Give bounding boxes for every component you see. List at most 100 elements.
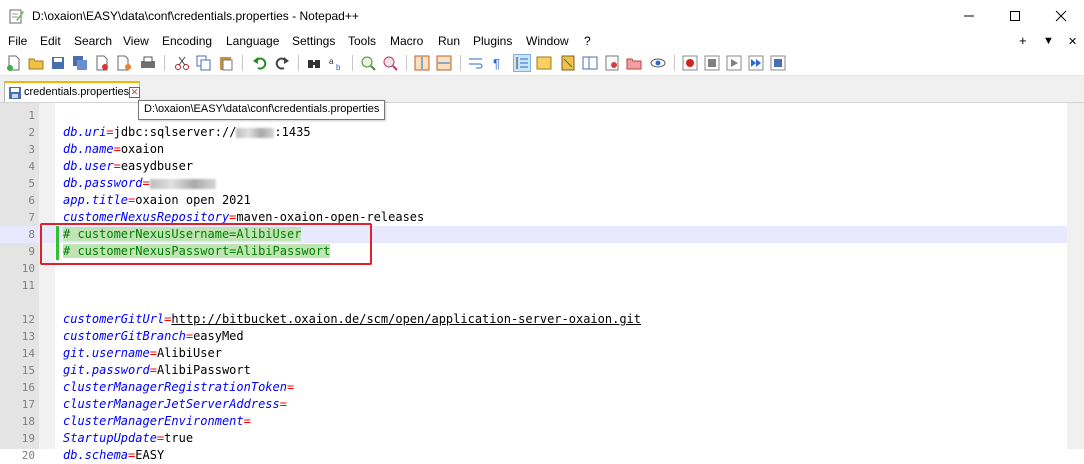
tab-credentials-properties[interactable]: credentials.properties ✕ bbox=[4, 81, 140, 102]
editor-line[interactable]: 16 clusterManagerRegistrationToken= bbox=[0, 379, 1084, 396]
line-number: 3 bbox=[28, 143, 35, 156]
close-all-icon[interactable] bbox=[116, 55, 132, 71]
svg-text:b: b bbox=[336, 63, 341, 71]
word-wrap-icon[interactable] bbox=[468, 55, 484, 71]
maximize-button[interactable] bbox=[992, 0, 1038, 32]
playback-macro-icon[interactable] bbox=[726, 55, 742, 71]
property-value: AlibiUser bbox=[156, 346, 222, 360]
editor-line[interactable]: 20 db.schema=EASY bbox=[0, 447, 1084, 464]
menu-encoding[interactable]: Encoding bbox=[162, 34, 212, 48]
editor-line[interactable]: 4 db.user=easydbuser bbox=[0, 158, 1084, 175]
editor-line[interactable]: 12 customerGitUrl=http://bitbucket.oxaion… bbox=[0, 311, 1084, 328]
undo-icon[interactable] bbox=[252, 55, 268, 71]
editor-line[interactable]: 17 clusterManagerJetServerAddress= bbox=[0, 396, 1084, 413]
menu-settings[interactable]: Settings bbox=[292, 34, 335, 48]
property-value: easyMed bbox=[193, 329, 244, 343]
line-number: 1 bbox=[28, 109, 35, 122]
cut-icon[interactable] bbox=[174, 55, 190, 71]
save-all-icon[interactable] bbox=[72, 55, 88, 71]
record-macro-icon[interactable] bbox=[682, 55, 698, 71]
editor-line[interactable]: 13 customerGitBranch=easyMed bbox=[0, 328, 1084, 345]
monitoring-icon[interactable] bbox=[650, 55, 666, 71]
find-icon[interactable] bbox=[306, 55, 322, 71]
minimize-button[interactable] bbox=[946, 0, 992, 32]
replace-icon[interactable]: ab bbox=[328, 55, 344, 71]
folder-as-workspace-icon[interactable] bbox=[626, 55, 642, 71]
line-number: 14 bbox=[21, 347, 35, 360]
editor-line[interactable]: 2 db.uri=jdbc:sqlserver://:1435 bbox=[0, 124, 1084, 141]
code-text: db.schema=EASY bbox=[63, 447, 164, 464]
document-map-icon[interactable] bbox=[560, 55, 576, 71]
close-button[interactable] bbox=[1038, 0, 1084, 32]
close-file-icon[interactable] bbox=[94, 55, 110, 71]
editor-line[interactable]: 19 StartupUpdate=true bbox=[0, 430, 1084, 447]
run-macro-multiple-icon[interactable] bbox=[748, 55, 764, 71]
close-document-icon[interactable]: ✕ bbox=[1068, 35, 1077, 48]
tab-close-icon[interactable]: ✕ bbox=[129, 87, 140, 98]
vertical-scrollbar[interactable] bbox=[1067, 103, 1084, 449]
line-number: 12 bbox=[21, 313, 35, 326]
toolbar-separator bbox=[164, 55, 165, 71]
new-tab-plus-icon[interactable]: + bbox=[1019, 33, 1027, 48]
code-text: customerGitBranch=easyMed bbox=[63, 328, 244, 345]
function-list-icon[interactable] bbox=[604, 55, 620, 71]
toolbar: ab ¶ bbox=[0, 51, 1084, 76]
property-value: jdbc:sqlserver:// bbox=[113, 125, 237, 139]
property-key: app.title bbox=[63, 193, 129, 207]
code-text: clusterManagerJetServerAddress= bbox=[63, 396, 287, 413]
equals-sign: = bbox=[106, 125, 114, 139]
user-defined-language-icon[interactable] bbox=[536, 55, 552, 71]
tab-path-tooltip: D:\oxaion\EASY\data\conf\credentials.pro… bbox=[138, 100, 386, 120]
copy-icon[interactable] bbox=[196, 55, 212, 71]
code-text: db.user=easydbuser bbox=[63, 158, 193, 175]
zoom-in-icon[interactable] bbox=[360, 55, 376, 71]
property-value: EASY bbox=[135, 448, 165, 462]
property-key: customerNexusRepository bbox=[63, 210, 230, 224]
menu-run[interactable]: Run bbox=[438, 34, 460, 48]
property-key: db.uri bbox=[63, 125, 107, 139]
stop-recording-icon[interactable] bbox=[704, 55, 720, 71]
editor-line[interactable]: 11 bbox=[0, 277, 1084, 294]
line-number: 18 bbox=[21, 415, 35, 428]
show-all-characters-icon[interactable]: ¶ bbox=[490, 55, 506, 71]
print-icon[interactable] bbox=[140, 55, 156, 71]
zoom-out-icon[interactable] bbox=[382, 55, 398, 71]
sync-vertical-icon[interactable] bbox=[414, 55, 430, 71]
property-value: AlibiPasswort bbox=[156, 363, 251, 377]
editor-line[interactable] bbox=[0, 294, 1084, 311]
sync-horizontal-icon[interactable] bbox=[436, 55, 452, 71]
menu-language[interactable]: Language bbox=[226, 34, 279, 48]
menu-search[interactable]: Search bbox=[74, 34, 112, 48]
menu-file[interactable]: File bbox=[8, 34, 27, 48]
toolbar-separator bbox=[242, 55, 243, 71]
tab-list-dropdown-icon[interactable]: ▼ bbox=[1043, 35, 1054, 47]
line-number: 19 bbox=[21, 432, 35, 445]
editor-line[interactable]: 18 clusterManagerEnvironment= bbox=[0, 413, 1084, 430]
menu-tools[interactable]: Tools bbox=[348, 34, 376, 48]
menu-view[interactable]: View bbox=[123, 34, 149, 48]
editor-line[interactable]: 3 db.name=oxaion bbox=[0, 141, 1084, 158]
svg-text:a: a bbox=[329, 57, 334, 66]
editor-line[interactable]: 5 db.password= bbox=[0, 175, 1084, 192]
line-number: 13 bbox=[21, 330, 35, 343]
document-list-icon[interactable] bbox=[582, 55, 598, 71]
editor-line[interactable]: 15 git.password=AlibiPasswort bbox=[0, 362, 1084, 379]
open-file-icon[interactable] bbox=[28, 55, 44, 71]
save-macro-icon[interactable] bbox=[770, 55, 786, 71]
new-file-icon[interactable] bbox=[6, 55, 22, 71]
toolbar-separator bbox=[674, 55, 675, 71]
menu-help[interactable]: ? bbox=[584, 34, 591, 48]
indent-guide-icon[interactable] bbox=[513, 54, 531, 72]
menu-window[interactable]: Window bbox=[526, 34, 569, 48]
redo-icon[interactable] bbox=[274, 55, 290, 71]
menu-edit[interactable]: Edit bbox=[40, 34, 61, 48]
menu-plugins[interactable]: Plugins bbox=[473, 34, 512, 48]
paste-icon[interactable] bbox=[218, 55, 234, 71]
menu-macro[interactable]: Macro bbox=[390, 34, 423, 48]
editor-area[interactable]: 1 2 db.uri=jdbc:sqlserver://:1435 3 db.name=… bbox=[0, 102, 1084, 462]
save-icon[interactable] bbox=[50, 55, 66, 71]
editor-line[interactable]: 6 app.title=oxaion open 2021 bbox=[0, 192, 1084, 209]
editor-line[interactable]: 14 git.username=AlibiUser bbox=[0, 345, 1084, 362]
url-link[interactable]: http://bitbucket.oxaion.de/scm/open/appl… bbox=[171, 312, 641, 326]
notepadplusplus-icon bbox=[9, 9, 24, 24]
